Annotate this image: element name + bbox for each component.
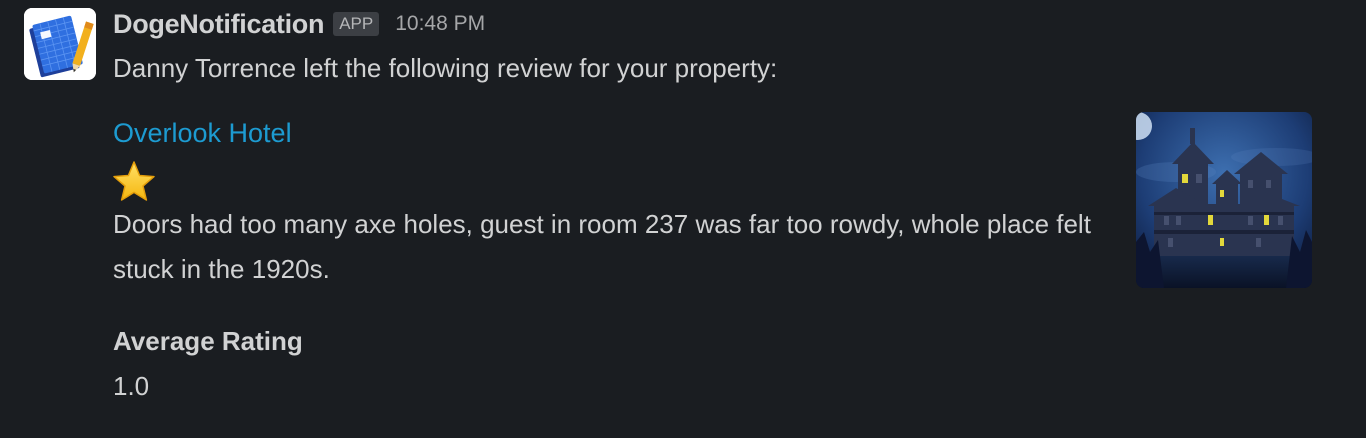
average-rating-value: 1.0 bbox=[113, 371, 150, 401]
app-badge: APP bbox=[333, 12, 380, 36]
message-intro: Danny Torrence left the following review… bbox=[113, 53, 778, 83]
sender-name[interactable]: DogeNotification bbox=[113, 9, 324, 40]
message-container: DogeNotification APP 10:48 PM Danny Torr… bbox=[0, 0, 1366, 438]
review-text: Doors had too many axe holes, guest in r… bbox=[113, 209, 1091, 284]
property-link[interactable]: Overlook Hotel bbox=[113, 118, 292, 149]
star-icon bbox=[113, 161, 155, 201]
message-header: DogeNotification APP 10:48 PM bbox=[113, 6, 485, 42]
notebook-icon bbox=[24, 8, 96, 80]
app-avatar[interactable] bbox=[24, 8, 96, 80]
average-rating-label: Average Rating bbox=[113, 326, 303, 356]
message-timestamp[interactable]: 10:48 PM bbox=[395, 12, 485, 36]
property-thumbnail[interactable] bbox=[1136, 112, 1312, 288]
haunted-house-image bbox=[1136, 112, 1312, 288]
